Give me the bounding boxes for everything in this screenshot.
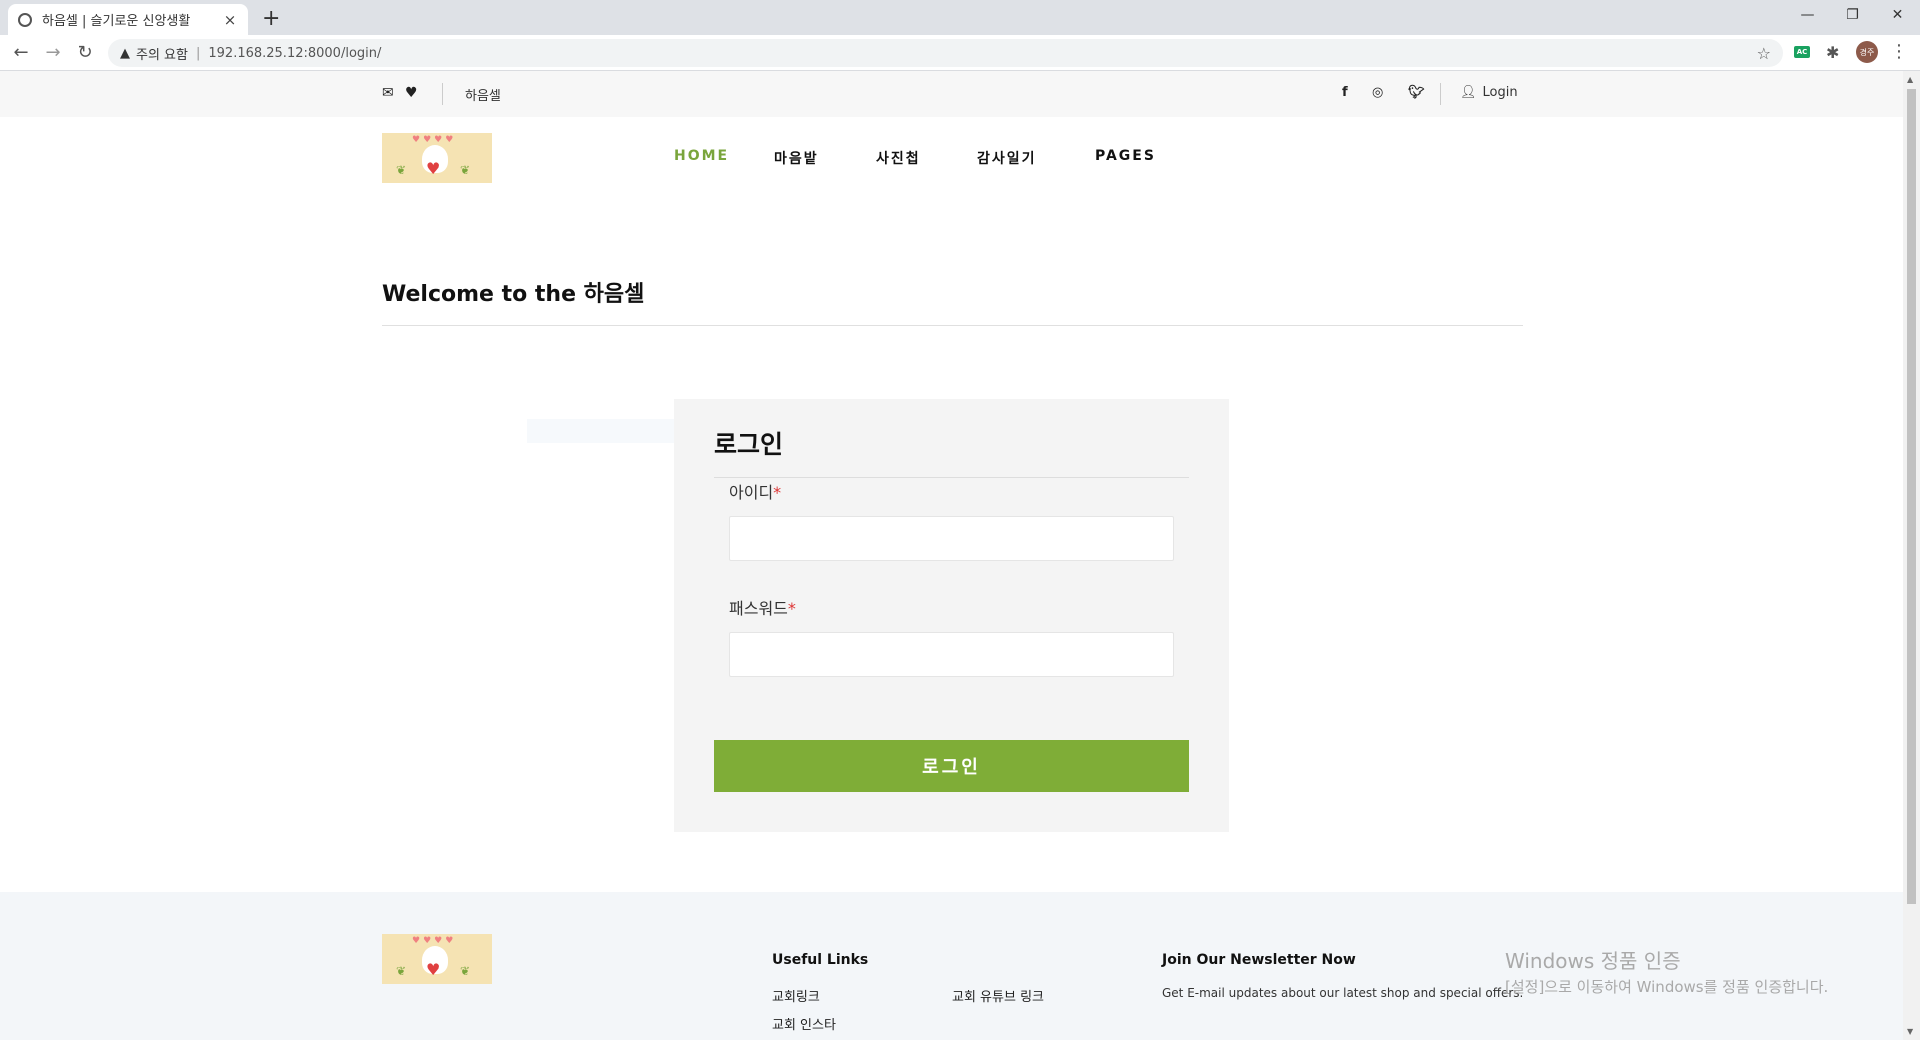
extension-badge-icon[interactable]: AC	[1794, 46, 1810, 58]
back-button[interactable]: ←	[10, 42, 32, 63]
reload-button[interactable]: ↻	[74, 42, 96, 63]
page-title-prefix: Welcome to the	[382, 282, 584, 307]
scroll-up-icon[interactable]: ▲	[1907, 75, 1913, 84]
logo-leaf-icon: ❦	[396, 163, 407, 177]
scroll-down-icon[interactable]: ▼	[1907, 1027, 1913, 1036]
browser-toolbar: ← → ↻ ▲ 주의 요함 | 192.168.25.12:8000/login…	[0, 35, 1920, 71]
envelope-icon[interactable]: ✉	[382, 85, 394, 101]
security-warning[interactable]: 주의 요함	[136, 44, 188, 63]
nav-item-home[interactable]: HOME	[674, 148, 729, 164]
required-mark: *	[773, 483, 782, 502]
address-separator: |	[195, 45, 201, 61]
topbar-site-name: 하음셀	[465, 89, 501, 104]
scroll-thumb[interactable]	[1907, 89, 1916, 904]
newsletter-heading: Join Our Newsletter Now	[1162, 952, 1356, 968]
warning-icon[interactable]: ▲	[120, 46, 130, 61]
logo-heart-icon: ♥	[426, 960, 441, 979]
page-title: Welcome to the 하음셀	[382, 276, 644, 308]
title-divider	[382, 325, 1523, 326]
useful-links-heading: Useful Links	[772, 952, 869, 968]
login-submit-button[interactable]: 로그인	[714, 740, 1189, 792]
logo-hearts: ♥♥♥♥	[412, 135, 457, 145]
footer-logo[interactable]: ♥♥♥♥ ♥ ❦ ❦	[382, 934, 492, 984]
address-bar[interactable]: ▲ 주의 요함 | 192.168.25.12:8000/login/ ☆	[108, 39, 1783, 67]
id-input[interactable]	[729, 516, 1174, 561]
facebook-icon[interactable]: f	[1342, 85, 1348, 100]
page-viewport: ✉ ♥ 하음셀 f ◎ 🐦︎ 👤︎ Login ♥♥♥♥ ♥ ❦ ❦ HOME …	[0, 71, 1903, 1040]
twitter-icon[interactable]: 🐦︎	[1408, 85, 1425, 100]
restore-button[interactable]: ❐	[1830, 0, 1875, 30]
footer-link-church[interactable]: 교회링크	[772, 986, 820, 1005]
logo-leaf-icon: ❦	[396, 964, 407, 978]
extensions-puzzle-icon[interactable]: ✱	[1826, 43, 1839, 62]
required-mark: *	[787, 599, 796, 618]
bookmark-star-icon[interactable]: ☆	[1757, 44, 1771, 63]
id-label: 아이디*	[729, 479, 781, 503]
footer-link-instagram[interactable]: 교회 인스타	[772, 1014, 836, 1033]
nav-item-pages[interactable]: PAGES	[1095, 148, 1156, 164]
tab-close-icon[interactable]: ×	[222, 11, 238, 29]
login-link-label: Login	[1482, 85, 1518, 100]
tab-title: 하음셀 | 슬기로운 신앙생활	[42, 14, 191, 29]
browser-menu-icon[interactable]: ⋮	[1890, 41, 1908, 62]
logo-hearts: ♥♥♥♥	[412, 936, 457, 946]
password-input[interactable]	[729, 632, 1174, 677]
browser-tab-bar: 하음셀 | 슬기로운 신앙생활 × + — ❐ ✕	[0, 0, 1920, 35]
nav-item-photos[interactable]: 사진첩	[876, 148, 921, 168]
topbar-divider	[442, 83, 443, 105]
browser-tab[interactable]: 하음셀 | 슬기로운 신앙생활 ×	[8, 4, 248, 35]
page-title-site: 하음셀	[583, 282, 645, 307]
site-logo[interactable]: ♥♥♥♥ ♥ ❦ ❦	[382, 133, 492, 183]
login-title: 로그인	[714, 430, 784, 459]
nav-item-gratitude-diary[interactable]: 감사일기	[977, 148, 1037, 168]
url-text[interactable]: 192.168.25.12:8000/login/	[208, 46, 381, 61]
footer-link-youtube[interactable]: 교회 유튜브 링크	[952, 986, 1044, 1005]
nav-item-maeumbat[interactable]: 마음밭	[774, 148, 819, 168]
instagram-icon[interactable]: ◎	[1372, 85, 1383, 100]
newsletter-text: Get E-mail updates about our latest shop…	[1162, 986, 1524, 1000]
minimize-button[interactable]: —	[1785, 0, 1830, 30]
password-label-text: 패스워드	[729, 599, 788, 618]
topbar-login-link[interactable]: 👤︎ Login	[1460, 85, 1518, 100]
profile-avatar[interactable]: 경주	[1856, 41, 1878, 63]
topbar-divider-right	[1440, 83, 1441, 105]
user-icon: 👤︎	[1460, 85, 1477, 100]
logo-heart-icon: ♥	[426, 159, 441, 178]
id-label-text: 아이디	[729, 483, 774, 502]
logo-leaf-icon: ❦	[460, 163, 471, 177]
watermark-title: Windows 정품 인증	[1505, 949, 1681, 973]
window-controls: — ❐ ✕	[1785, 0, 1920, 30]
login-title-divider	[714, 477, 1189, 478]
top-info-bar: ✉ ♥ 하음셀 f ◎ 🐦︎ 👤︎ Login	[0, 71, 1903, 117]
new-tab-button[interactable]: +	[262, 6, 280, 31]
page-scrollbar[interactable]: ▲ ▼	[1903, 71, 1920, 1040]
login-form: 로그인 아이디* 패스워드* 로그인	[674, 399, 1229, 832]
windows-activation-watermark: Windows 정품 인증 [설정]으로 이동하여 Windows를 정품 인증…	[1505, 945, 1828, 997]
close-window-button[interactable]: ✕	[1875, 0, 1920, 30]
globe-icon	[18, 12, 32, 27]
password-label: 패스워드*	[729, 595, 796, 619]
logo-leaf-icon: ❦	[460, 964, 471, 978]
watermark-subtitle: [설정]으로 이동하여 Windows를 정품 인증합니다.	[1505, 978, 1829, 996]
forward-button[interactable]: →	[42, 42, 64, 63]
heart-icon[interactable]: ♥	[405, 85, 418, 101]
